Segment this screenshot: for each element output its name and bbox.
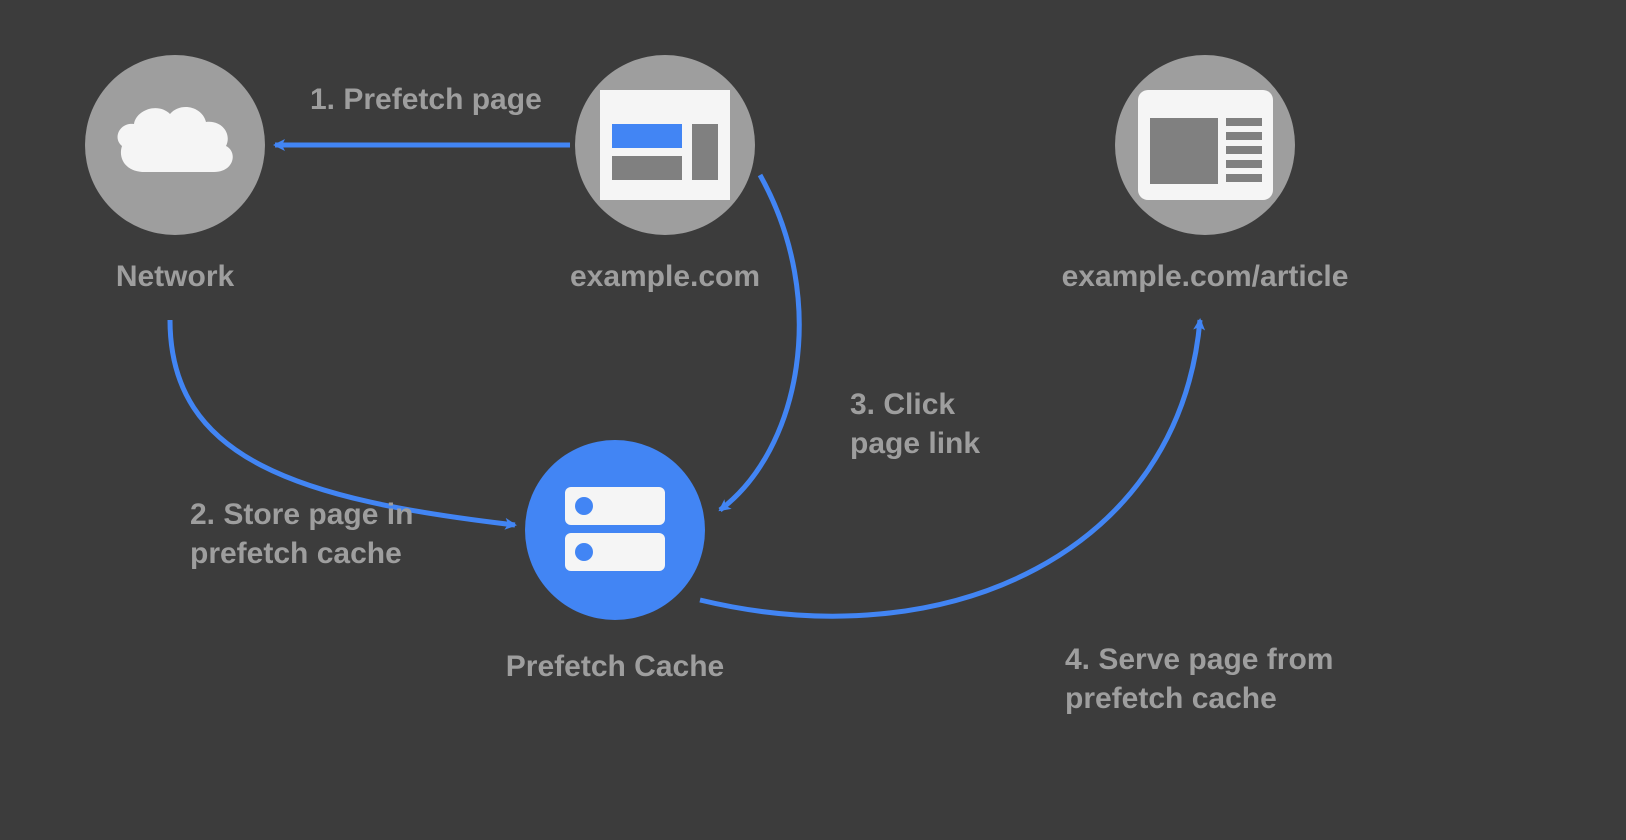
edge-label-serve: 4. Serve page from prefetch cache — [1065, 640, 1333, 718]
node-network — [85, 55, 265, 235]
edge-label-store: 2. Store page in prefetch cache — [190, 495, 413, 573]
article-icon — [1138, 90, 1273, 200]
edge-label-store-l2: prefetch cache — [190, 534, 413, 573]
cloud-icon — [110, 100, 240, 190]
edge-label-click-l2: page link — [850, 424, 980, 463]
label-example: example.com — [540, 260, 790, 294]
arrow-serve — [700, 320, 1200, 616]
node-example — [575, 55, 755, 235]
label-network: Network — [85, 260, 265, 294]
node-cache — [525, 440, 705, 620]
webpage-icon — [600, 90, 730, 200]
arrow-click — [720, 175, 799, 510]
cache-icon — [560, 475, 670, 585]
edge-label-prefetch: 1. Prefetch page — [310, 80, 542, 119]
diagram-stage: Network example.com — [0, 0, 1626, 840]
edge-label-click-l1: 3. Click — [850, 385, 980, 424]
edge-label-serve-l1: 4. Serve page from — [1065, 640, 1333, 679]
label-article: example.com/article — [1035, 260, 1375, 294]
edge-label-click: 3. Click page link — [850, 385, 980, 463]
node-article — [1115, 55, 1295, 235]
label-cache: Prefetch Cache — [490, 650, 740, 684]
edge-label-serve-l2: prefetch cache — [1065, 679, 1333, 718]
edge-label-store-l1: 2. Store page in — [190, 495, 413, 534]
